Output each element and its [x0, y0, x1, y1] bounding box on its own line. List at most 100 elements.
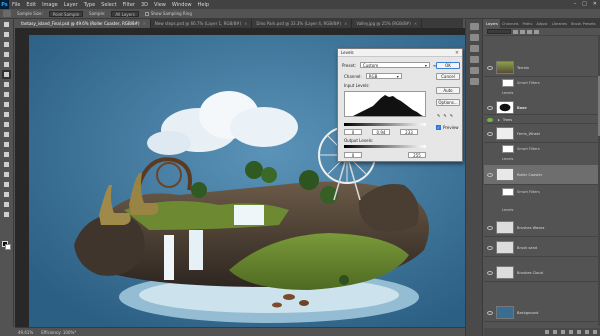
- dodge-tool-icon[interactable]: [2, 150, 11, 159]
- tab-valley[interactable]: Valley.jpg @ 25% (RGB/8#) ×: [352, 19, 423, 28]
- layer-row-levels[interactable]: Levels: [484, 205, 600, 214]
- menu-file[interactable]: File: [12, 2, 20, 8]
- pen-tool-icon[interactable]: [2, 160, 11, 169]
- lasso-tool-icon[interactable]: [2, 40, 11, 49]
- close-tab-icon[interactable]: ×: [414, 21, 417, 26]
- channel-select[interactable]: RGB ▾: [365, 73, 402, 79]
- history-brush-tool-icon[interactable]: [2, 110, 11, 119]
- layer-row-base[interactable]: Base: [484, 101, 600, 115]
- tab-fantasy-island[interactable]: fantasy_island_Final.psd @ 49.6% (Roller…: [17, 19, 151, 28]
- smart-filters-row[interactable]: Smart Filters: [484, 187, 600, 196]
- output-gradient-slider[interactable]: [344, 145, 426, 148]
- eyedropper-tool-icon[interactable]: [3, 10, 11, 17]
- filter-adjust-icon[interactable]: [520, 29, 525, 34]
- zoom-tool-icon[interactable]: [2, 210, 11, 219]
- tab-libraries[interactable]: Libraries: [550, 19, 570, 28]
- layer-kind-select[interactable]: [487, 29, 511, 34]
- tab-adjust[interactable]: Adjust: [534, 19, 549, 28]
- sample-select[interactable]: All Layers: [111, 10, 139, 17]
- auto-button[interactable]: Auto: [436, 87, 460, 94]
- maximize-icon[interactable]: □: [582, 1, 587, 7]
- output-white-field[interactable]: 255: [408, 152, 426, 158]
- paragraph-panel-icon[interactable]: [469, 78, 479, 85]
- trash-icon[interactable]: [593, 330, 597, 334]
- new-layer-icon[interactable]: [585, 330, 589, 334]
- smart-filters-row[interactable]: Smart Filters: [484, 144, 600, 153]
- gradient-tool-icon[interactable]: [2, 130, 11, 139]
- filter-shape-icon[interactable]: [534, 29, 539, 34]
- eye-icon[interactable]: [487, 105, 493, 110]
- brush-tool-icon[interactable]: [2, 90, 11, 99]
- eye-icon[interactable]: [487, 65, 493, 70]
- layer-row-roller-coaster[interactable]: Roller Coaster: [484, 165, 600, 185]
- menu-view[interactable]: View: [154, 2, 166, 8]
- zoom-level[interactable]: 49.61%: [18, 330, 33, 335]
- filter-pixel-icon[interactable]: [513, 29, 518, 34]
- input-white-field[interactable]: 233: [400, 129, 418, 135]
- menu-image[interactable]: Image: [42, 2, 58, 8]
- dialog-titlebar[interactable]: Levels ×: [338, 49, 462, 57]
- hand-tool-icon[interactable]: [2, 200, 11, 209]
- eye-icon[interactable]: [487, 131, 493, 136]
- preview-checkbox[interactable]: ✓: [436, 125, 441, 130]
- smart-filters-row[interactable]: Smart Filters: [484, 78, 600, 87]
- input-black-field[interactable]: 0: [344, 129, 362, 135]
- tab-layers[interactable]: Layers: [484, 19, 500, 28]
- clone-stamp-tool-icon[interactable]: [2, 100, 11, 109]
- layer-row-ferris-wheel[interactable]: Ferris_Wheel: [484, 125, 600, 143]
- tab-new-steps[interactable]: New steps.psd @ 66.7% (Layer 1, RGB/8#) ×: [151, 19, 253, 28]
- layer-row-levels[interactable]: Levels: [484, 88, 600, 97]
- close-icon[interactable]: ✕: [593, 1, 597, 7]
- fx-icon[interactable]: [553, 330, 557, 334]
- layer-row-terrain[interactable]: Terrain: [484, 59, 600, 77]
- shape-tool-icon[interactable]: [2, 190, 11, 199]
- swatches-panel-icon[interactable]: [469, 56, 479, 63]
- preset-select[interactable]: Custom ▾: [359, 62, 430, 68]
- cancel-button[interactable]: Cancel: [436, 73, 460, 80]
- output-black-field[interactable]: 0: [344, 152, 362, 158]
- layer-row-brush-sand[interactable]: Brush sand: [484, 239, 600, 257]
- menu-help[interactable]: Help: [198, 2, 209, 8]
- tab-brush-presets[interactable]: Brush Presets: [569, 19, 598, 28]
- white-eyedropper-icon[interactable]: ✎: [450, 113, 453, 118]
- adjustment-layer-icon[interactable]: [569, 330, 573, 334]
- menu-layer[interactable]: Layer: [64, 2, 78, 8]
- eye-icon[interactable]: [487, 270, 493, 275]
- eye-icon[interactable]: [487, 117, 493, 122]
- color-panel-icon[interactable]: [469, 45, 479, 52]
- layer-row-background[interactable]: Background: [484, 304, 600, 322]
- black-eyedropper-icon[interactable]: ✎: [437, 113, 440, 118]
- show-sampling-ring-checkbox[interactable]: [144, 11, 149, 16]
- eye-icon[interactable]: [487, 172, 493, 177]
- layer-row-levels[interactable]: Levels: [484, 154, 600, 163]
- tab-channels[interactable]: Channels: [500, 19, 521, 28]
- add-mask-icon[interactable]: [561, 330, 565, 334]
- ok-button[interactable]: OK: [436, 62, 460, 69]
- layer-row-brushes-waves[interactable]: Brushes Waves: [484, 219, 600, 237]
- menu-edit[interactable]: Edit: [26, 2, 36, 8]
- menu-type[interactable]: Type: [84, 2, 95, 8]
- input-gradient-slider[interactable]: [344, 123, 426, 126]
- menu-filter[interactable]: Filter: [123, 2, 135, 8]
- menu-3d[interactable]: 3D: [141, 2, 148, 8]
- move-tool-icon[interactable]: [2, 20, 11, 29]
- input-gamma-field[interactable]: 0.94: [372, 129, 390, 135]
- sample-size-select[interactable]: Point Sample: [48, 10, 84, 17]
- eye-icon[interactable]: [487, 310, 493, 315]
- crop-tool-icon[interactable]: [2, 60, 11, 69]
- new-group-icon[interactable]: [577, 330, 581, 334]
- healing-brush-tool-icon[interactable]: [2, 80, 11, 89]
- minimize-icon[interactable]: –: [574, 1, 577, 7]
- filter-type-icon[interactable]: [527, 29, 532, 34]
- blur-tool-icon[interactable]: [2, 140, 11, 149]
- layer-group-trees[interactable]: ▸ Trees: [484, 116, 600, 124]
- quick-select-tool-icon[interactable]: [2, 50, 11, 59]
- tab-dino-park[interactable]: Dino Park.psd @ 33.3% (Layer 4, RGB/8#) ×: [252, 19, 353, 28]
- properties-panel-icon[interactable]: [469, 34, 479, 41]
- options-button[interactable]: Options...: [436, 99, 460, 106]
- background-color-swatch[interactable]: [5, 244, 11, 250]
- eye-icon[interactable]: [487, 245, 493, 250]
- close-tab-icon[interactable]: ×: [143, 21, 146, 26]
- tab-paths[interactable]: Paths: [521, 19, 535, 28]
- menu-select[interactable]: Select: [101, 2, 116, 8]
